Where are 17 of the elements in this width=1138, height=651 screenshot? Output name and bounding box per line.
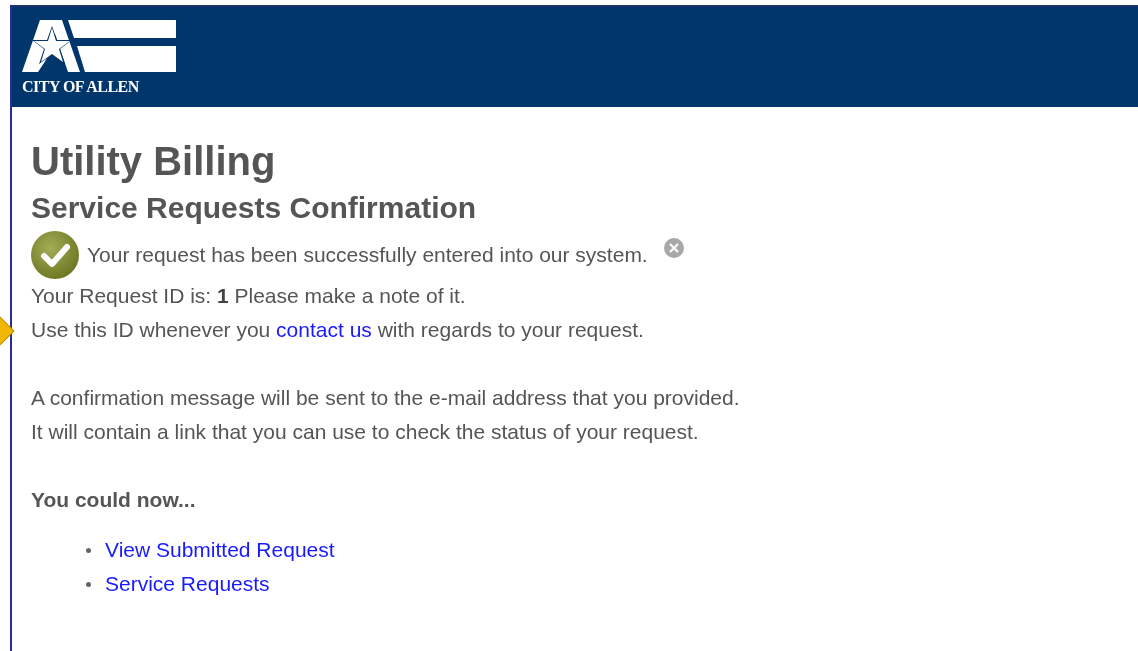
star-logo-icon [22, 20, 176, 72]
confirmation-text: It will contain a link that you can use to check the status of your request. [31, 419, 700, 445]
logo-text: CITY OF ALLEN [22, 78, 140, 96]
next-step-link[interactable]: View Submitted Request [105, 533, 335, 567]
bullet-dot [86, 547, 91, 553]
success-message: Your request has been successfully entered into our system. [87, 243, 648, 267]
page-subtitle: Service Requests Confirmation [31, 190, 478, 226]
next-step-link[interactable]: Service Requests [105, 567, 270, 601]
contact-link[interactable]: contact us [276, 318, 372, 341]
next-steps-heading: You could now... [31, 487, 197, 513]
bullet-dot [86, 581, 91, 587]
contact-text: Use this ID whenever you contact us with regards to your request. [31, 317, 645, 343]
close-icon[interactable] [663, 238, 684, 258]
page-title: Utility Billing [31, 138, 277, 185]
request-id-text: Your Request ID is: 1 Please make a note of it. [31, 283, 467, 309]
confirmation-text: A confirmation message will be sent to the e-mail address that you provided. [31, 385, 741, 411]
checkmark-icon [31, 231, 79, 279]
